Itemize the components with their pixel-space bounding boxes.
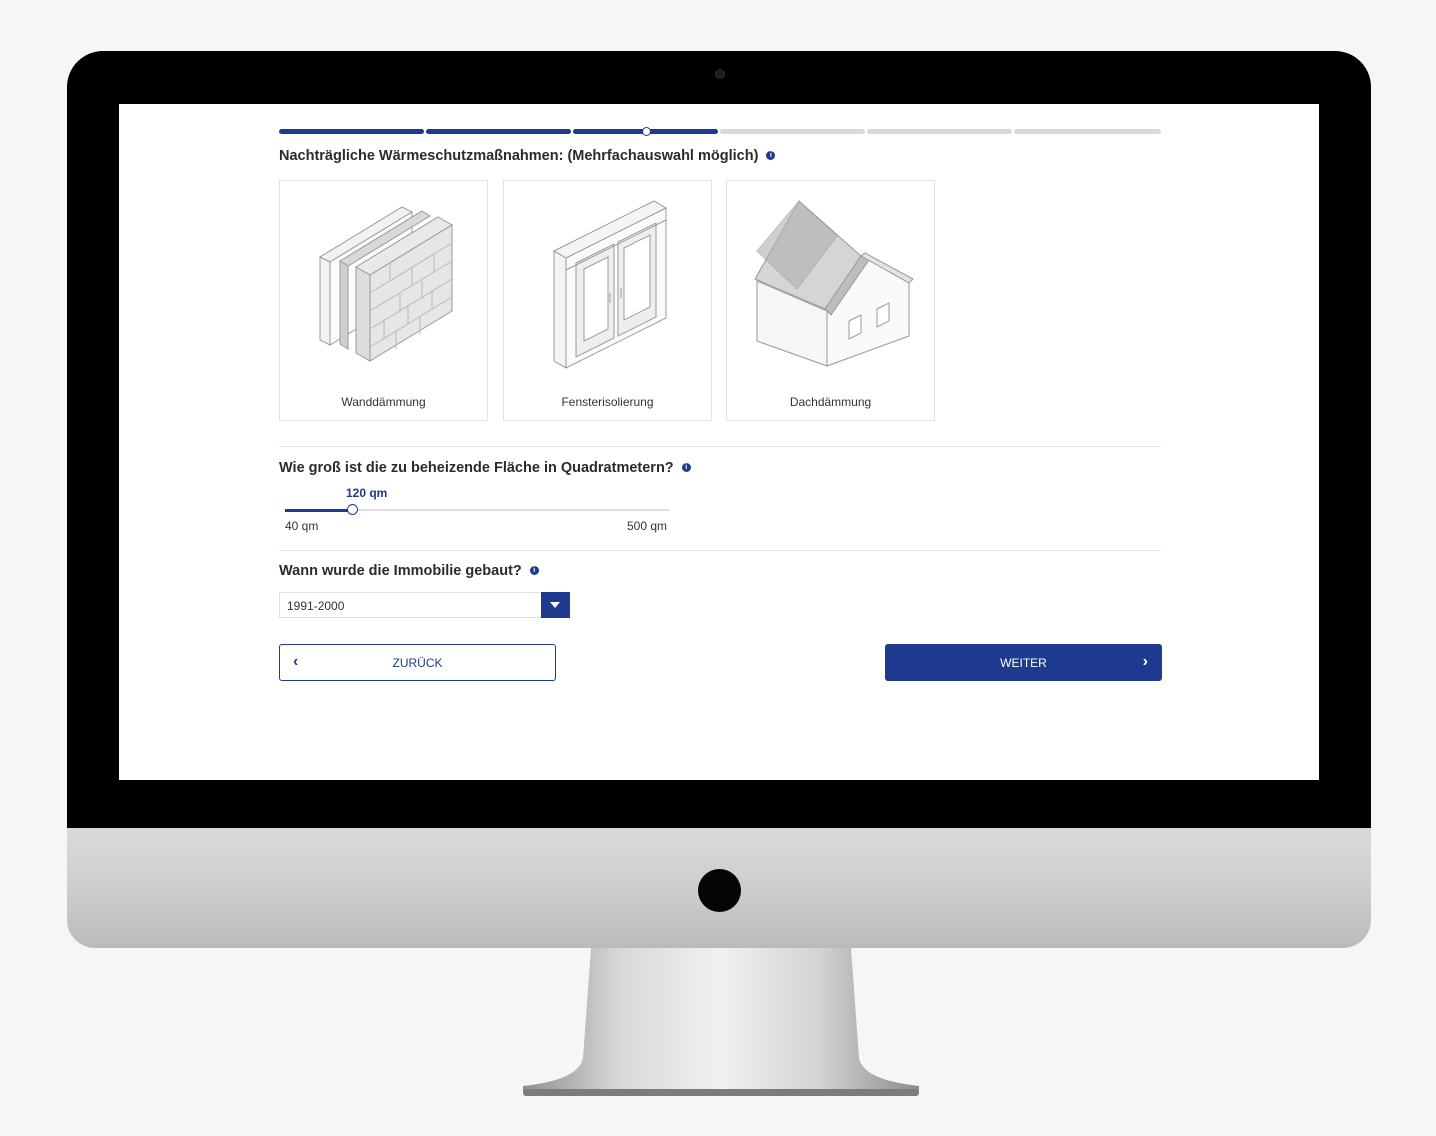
option-label-wanddaemmung: Wanddämmung [341, 395, 426, 409]
info-icon[interactable]: i [529, 566, 539, 575]
year-question-text: Wann wurde die Immobilie gebaut? [279, 563, 522, 579]
apple-logo-icon [698, 869, 741, 912]
option-card-fensterisolierung[interactable]: Fensterisolierung [503, 180, 712, 421]
divider [279, 446, 1161, 447]
screen: Nachträgliche Wärmeschutzmaßnahmen: (Meh… [119, 104, 1319, 780]
slider-fill [285, 508, 352, 512]
back-button[interactable]: ‹ ZURÜCK [279, 644, 556, 681]
chevron-right-icon: › [1142, 653, 1148, 670]
chevron-left-icon: ‹ [293, 653, 299, 670]
info-icon[interactable]: i [681, 463, 691, 472]
progress-step-4 [720, 129, 865, 134]
option-card-wanddaemmung[interactable]: Wanddämmung [279, 180, 488, 421]
slider-value-label: 120 qm [346, 486, 388, 500]
window-insulation-icon [552, 200, 668, 369]
progress-step-6 [1014, 129, 1161, 134]
year-question: Wann wurde die Immobilie gebaut? i [279, 563, 539, 579]
roof-insulation-icon [754, 200, 914, 367]
next-button[interactable]: WEITER › [885, 644, 1162, 681]
option-card-dachdaemmung[interactable]: Dachdämmung [726, 180, 935, 421]
area-question-text: Wie groß ist die zu beheizende Fläche in… [279, 460, 674, 476]
slider-max-label: 500 qm [627, 519, 668, 533]
progress-step-2 [426, 129, 571, 134]
option-label-fensterisolierung: Fensterisolierung [561, 395, 654, 409]
measures-question: Nachträgliche Wärmeschutzmaßnahmen: (Meh… [279, 148, 776, 164]
progress-step-5 [867, 129, 1012, 134]
area-question: Wie groß ist die zu beheizende Fläche in… [279, 460, 691, 476]
monitor-stand [523, 948, 919, 1096]
wall-insulation-icon [318, 206, 453, 362]
webcam [715, 69, 725, 79]
back-button-label: ZURÜCK [392, 656, 443, 670]
chevron-down-icon[interactable] [541, 592, 570, 618]
progress-step-1 [279, 129, 424, 134]
measures-question-text: Nachträgliche Wärmeschutzmaßnahmen: (Meh… [279, 148, 759, 164]
build-year-select[interactable]: 1991-2000 [279, 592, 570, 618]
divider [279, 550, 1161, 551]
info-icon[interactable]: i [766, 151, 776, 160]
option-label-dachdaemmung: Dachdämmung [789, 395, 872, 409]
build-year-value: 1991-2000 [287, 599, 345, 613]
area-slider[interactable] [285, 504, 670, 515]
progress-bar [279, 127, 1161, 136]
progress-marker [642, 127, 651, 136]
next-button-label: WEITER [1000, 656, 1047, 670]
slider-handle[interactable] [347, 504, 358, 515]
slider-min-label: 40 qm [285, 519, 319, 533]
